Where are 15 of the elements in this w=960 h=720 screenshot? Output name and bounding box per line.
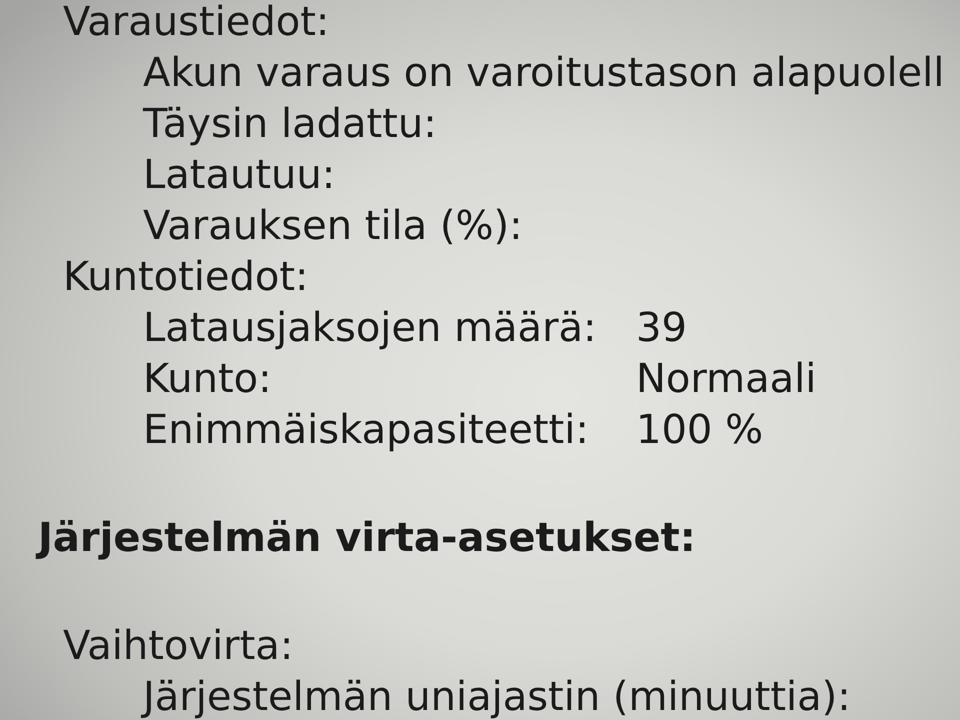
row-value: 39 <box>636 304 687 353</box>
row-label: Akun varaus on varoitustason alapuolell <box>143 49 944 98</box>
group-title: Vaihtovirta: <box>63 622 294 671</box>
row-label: Järjestelmän uniajastin (minuuttia): <box>143 673 851 720</box>
row-value: 100 % <box>636 406 764 455</box>
group-title: Kuntotiedot: <box>63 253 309 302</box>
row-label: Täysin ladattu: <box>143 100 437 149</box>
row-label: Latautuu: <box>143 151 336 200</box>
row-value: Normaali <box>636 355 816 404</box>
row-label: Enimmäiskapasiteetti: <box>143 406 589 455</box>
group-title: Varaustiedot: <box>63 0 330 47</box>
section-heading: Järjestelmän virta-asetukset: <box>38 513 696 564</box>
row-label: Varauksen tila (%): <box>143 202 523 251</box>
row-label: Kunto: <box>143 355 272 404</box>
row-label: Latausjaksojen määrä: <box>143 304 596 353</box>
